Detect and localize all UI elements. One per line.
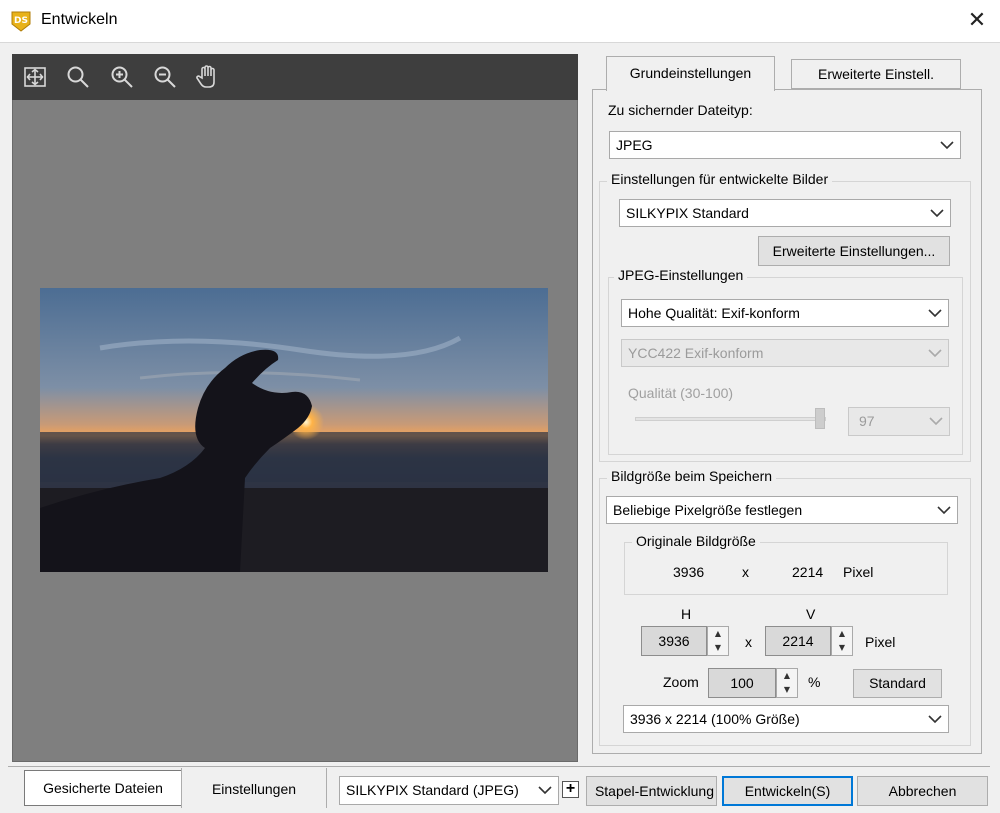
title-bar: DS Entwickeln ✕: [0, 0, 1000, 42]
hv-times: x: [745, 634, 752, 650]
preset-value: SILKYPIX Standard (JPEG): [346, 782, 519, 798]
size-preset-dropdown[interactable]: 3936 x 2214 (100% Größe): [623, 705, 949, 733]
spin-down-icon[interactable]: ▼: [777, 683, 797, 697]
app-logo-text: DS: [14, 16, 28, 26]
jpeg-quality-mode-value: Hohe Qualität: Exif-konform: [628, 305, 800, 321]
original-width: 3936: [673, 564, 705, 580]
preview-toolbar: [12, 54, 578, 100]
file-type-value: JPEG: [616, 137, 653, 153]
tab-basic[interactable]: Grundeinstellungen: [606, 56, 775, 91]
quality-label: Qualität (30-100): [628, 385, 734, 401]
batch-develop-button[interactable]: Stapel-Entwicklung: [586, 776, 717, 806]
size-preset-value: 3936 x 2214 (100% Größe): [630, 711, 800, 727]
profile-value: SILKYPIX Standard: [626, 205, 749, 221]
spin-down-icon[interactable]: ▼: [832, 641, 852, 655]
original-unit: Pixel: [843, 564, 874, 580]
zoom-label: Zoom: [663, 674, 699, 690]
spin-up-icon[interactable]: ▲: [708, 627, 728, 641]
v-input[interactable]: 2214: [765, 626, 831, 656]
hv-unit: Pixel: [865, 634, 896, 650]
v-spinner[interactable]: ▲ ▼: [831, 626, 853, 656]
size-mode-value: Beliebige Pixelgröße festlegen: [613, 502, 803, 518]
profile-dropdown[interactable]: SILKYPIX Standard: [619, 199, 951, 227]
spin-down-icon[interactable]: ▼: [708, 641, 728, 655]
zoom-in-icon[interactable]: [108, 63, 136, 91]
zoom-out-icon[interactable]: [151, 63, 179, 91]
v-label: V: [806, 606, 816, 622]
hand-pan-icon[interactable]: [194, 63, 222, 91]
spin-up-icon[interactable]: ▲: [777, 669, 797, 683]
chevron-down-icon: [929, 417, 943, 426]
save-size-group-title: Bildgröße beim Speichern: [607, 468, 777, 484]
zoom-unit: %: [808, 674, 821, 690]
chevron-down-icon: [538, 786, 552, 795]
tab-settings[interactable]: Einstellungen: [181, 768, 327, 808]
developed-images-group-title: Einstellungen für entwickelte Bilder: [607, 171, 833, 187]
app-logo-icon: DS: [10, 10, 32, 32]
tab-saved-files[interactable]: Gesicherte Dateien: [24, 770, 182, 806]
jpeg-quality-mode-dropdown[interactable]: Hohe Qualität: Exif-konform: [621, 299, 949, 327]
chroma-subsampling-dropdown: YCC422 Exif-konform: [621, 339, 949, 367]
original-height: 2214: [792, 564, 824, 580]
size-mode-dropdown[interactable]: Beliebige Pixelgröße festlegen: [606, 496, 958, 524]
preset-dropdown[interactable]: SILKYPIX Standard (JPEG): [339, 776, 559, 805]
chroma-subsampling-value: YCC422 Exif-konform: [628, 345, 764, 361]
chevron-down-icon: [928, 309, 942, 318]
develop-button[interactable]: Entwickeln(S): [722, 776, 853, 806]
quality-slider-track: [635, 417, 826, 421]
standard-button[interactable]: Standard: [853, 669, 942, 698]
original-size-group-title: Originale Bildgröße: [632, 533, 760, 549]
bottom-divider: [8, 766, 990, 767]
tab-advanced[interactable]: Erweiterte Einstell.: [791, 59, 961, 89]
quality-value: 97: [859, 413, 875, 429]
file-type-label: Zu sichernder Dateityp:: [608, 102, 753, 118]
h-label: H: [681, 606, 692, 622]
chevron-down-icon: [928, 715, 942, 724]
magnifier-icon[interactable]: [64, 63, 92, 91]
original-times: x: [742, 564, 749, 580]
chevron-down-icon: [940, 141, 954, 150]
spin-up-icon[interactable]: ▲: [832, 627, 852, 641]
jpeg-settings-group-title: JPEG-Einstellungen: [614, 267, 748, 283]
add-preset-icon[interactable]: +: [562, 781, 579, 798]
window-title: Entwickeln: [41, 11, 118, 28]
quality-slider-thumb: [815, 408, 825, 429]
zoom-input[interactable]: 100: [708, 668, 776, 698]
h-input[interactable]: 3936: [641, 626, 707, 656]
file-type-dropdown[interactable]: JPEG: [609, 131, 961, 159]
close-button[interactable]: ✕: [955, 2, 999, 40]
quality-value-dropdown: 97: [848, 407, 950, 436]
chevron-down-icon: [937, 506, 951, 515]
zoom-spinner[interactable]: ▲ ▼: [776, 668, 798, 698]
cancel-button[interactable]: Abbrechen: [857, 776, 988, 806]
chevron-down-icon: [928, 349, 942, 358]
preview-photo: [40, 288, 548, 572]
advanced-settings-button[interactable]: Erweiterte Einstellungen...: [758, 236, 950, 266]
fit-view-icon[interactable]: [21, 63, 49, 91]
h-spinner[interactable]: ▲ ▼: [707, 626, 729, 656]
chevron-down-icon: [930, 209, 944, 218]
